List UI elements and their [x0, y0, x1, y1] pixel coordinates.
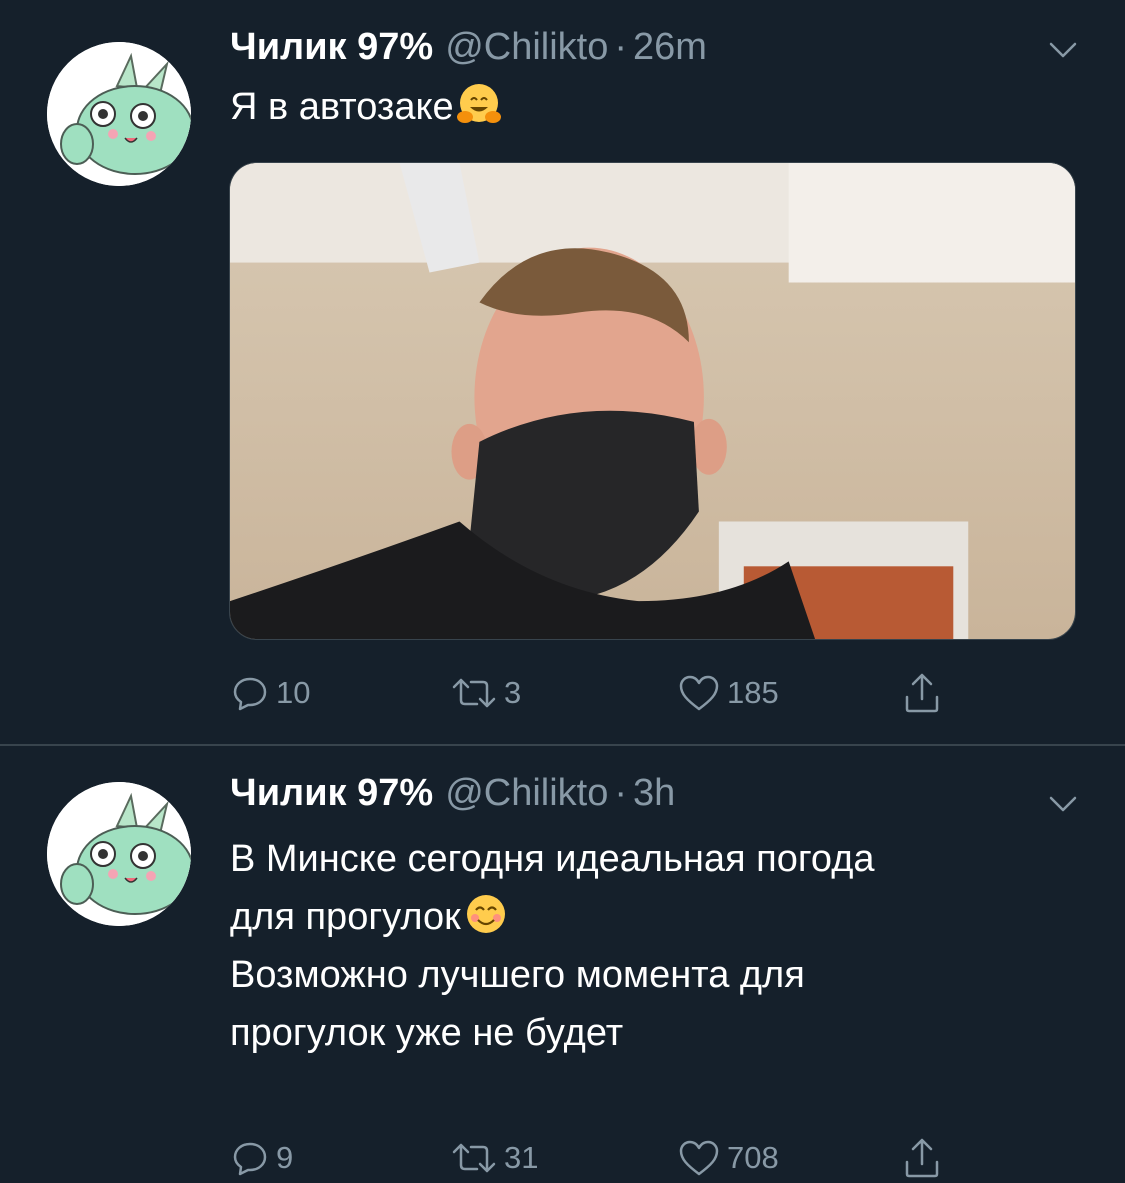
- tweet-header: Чилик 97% @Chilikto · 26m: [230, 24, 707, 70]
- share-icon: [905, 1138, 939, 1178]
- tweet-text-line: В Минске сегодня идеальная погода: [230, 838, 875, 880]
- tweet-text-line: Я в автозаке: [230, 78, 1070, 136]
- chevron-down-icon[interactable]: [1046, 792, 1080, 816]
- reply-icon: [233, 1142, 267, 1176]
- share-button[interactable]: [902, 1133, 942, 1183]
- tweet-header: Чилик 97% @Chilikto · 3h: [230, 770, 675, 816]
- tweet[interactable]: Чилик 97% @Chilikto · 26m Я в автозаке 1…: [0, 0, 1125, 745]
- display-name[interactable]: Чилик 97%: [230, 772, 433, 814]
- separator-dot: ·: [614, 26, 628, 68]
- tweet-text-segment: для прогулок: [230, 896, 461, 938]
- display-name[interactable]: Чилик 97%: [230, 26, 433, 68]
- retweet-count: 3: [504, 675, 522, 710]
- hugging-face-emoji-icon: [456, 81, 502, 127]
- timestamp[interactable]: 26m: [633, 26, 707, 68]
- heart-icon: [679, 675, 719, 711]
- retweet-count: 31: [504, 1140, 539, 1175]
- dragon-avatar-image: [47, 782, 191, 926]
- avatar[interactable]: [47, 42, 191, 186]
- separator-dot: ·: [614, 772, 628, 814]
- like-button[interactable]: 185: [677, 668, 779, 718]
- reply-count: 9: [276, 1140, 294, 1175]
- reply-button[interactable]: 9: [230, 1133, 293, 1183]
- tweet[interactable]: Чилик 97% @Chilikto · 3h В Минске сегодня и…: [0, 746, 1125, 1178]
- smiling-face-emoji-icon: [463, 891, 509, 937]
- like-count: 708: [727, 1140, 779, 1175]
- tweet-text: В Минске сегодня идеальная погода для пр…: [230, 830, 1070, 1062]
- tweet-text: Я в автозаке: [230, 78, 1070, 136]
- retweet-button[interactable]: 3: [450, 668, 521, 718]
- like-count: 185: [727, 675, 779, 710]
- timestamp[interactable]: 3h: [633, 772, 675, 814]
- tweet-text-line: Возможно лучшего момента для: [230, 954, 805, 996]
- tweet-text-segment: Я в автозаке: [230, 86, 454, 128]
- heart-icon: [679, 1140, 719, 1176]
- chevron-down-icon[interactable]: [1046, 38, 1080, 62]
- share-icon: [905, 673, 939, 713]
- tweet-actions: 9 31 708: [230, 1133, 990, 1183]
- tweet-actions: 10 3 185: [230, 668, 990, 718]
- reply-icon: [233, 677, 267, 711]
- tweet-text-line: прогулок уже не будет: [230, 1012, 624, 1054]
- share-button[interactable]: [902, 668, 942, 718]
- reply-button[interactable]: 10: [230, 668, 310, 718]
- retweet-icon: [452, 1143, 496, 1173]
- retweet-button[interactable]: 31: [450, 1133, 538, 1183]
- tweet-photo[interactable]: [229, 162, 1076, 640]
- username-handle[interactable]: @Chilikto: [445, 26, 608, 68]
- retweet-icon: [452, 678, 496, 708]
- reply-count: 10: [276, 675, 311, 710]
- tweet-text-line: для прогулок: [230, 888, 1070, 946]
- like-button[interactable]: 708: [677, 1133, 779, 1183]
- avatar[interactable]: [47, 782, 191, 926]
- username-handle[interactable]: @Chilikto: [445, 772, 608, 814]
- dragon-avatar-image: [47, 42, 191, 186]
